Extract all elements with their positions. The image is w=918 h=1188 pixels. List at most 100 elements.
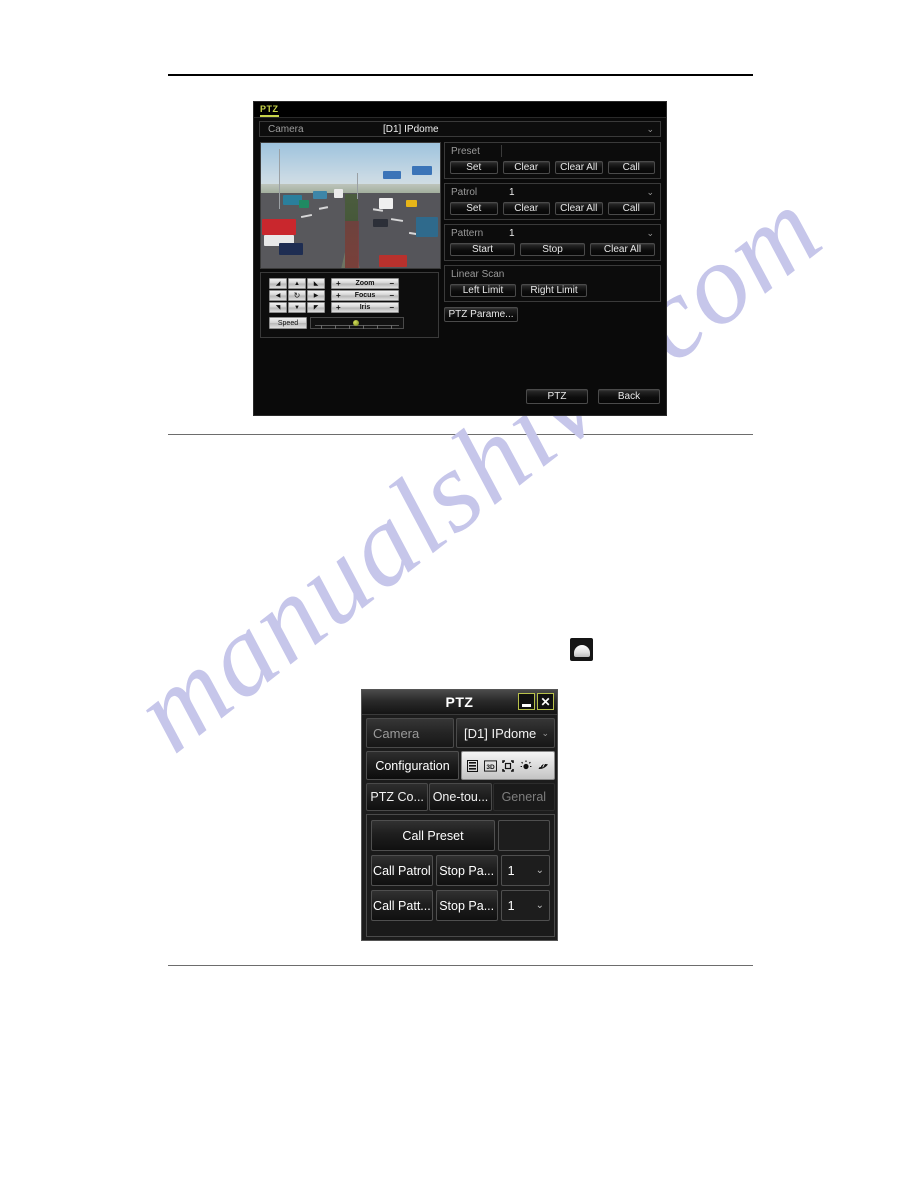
arrow-up-right-icon[interactable]: ◣ <box>307 278 325 289</box>
focus-plus-icon[interactable]: + <box>336 291 341 300</box>
call-preset-button[interactable]: Call Preset <box>371 820 495 851</box>
menu-list-icon[interactable] <box>466 759 479 772</box>
stop-pattern-button[interactable]: Stop Pa... <box>435 890 498 921</box>
camera-selector-row[interactable]: Camera [D1] IPdome ⌄ <box>259 121 661 137</box>
patrol-set-button[interactable]: Set <box>450 202 498 215</box>
chevron-down-icon[interactable]: ⌄ <box>541 728 549 738</box>
iris-control[interactable]: + Iris − <box>331 302 399 313</box>
preview-vehicle-car-dark <box>373 219 388 227</box>
preview-vehicle-truck-blue <box>313 191 327 199</box>
panel-tabstrip: PTZ <box>254 102 666 118</box>
minimize-glyph <box>522 703 531 707</box>
tab-one-touch[interactable]: One-tou... <box>429 783 492 811</box>
center-frame-icon[interactable] <box>501 759 514 772</box>
pattern-header-row[interactable]: Pattern 1 ⌄ <box>445 225 660 241</box>
right-limit-button[interactable]: Right Limit <box>521 284 587 297</box>
tab-ptz[interactable]: PTZ <box>260 104 279 117</box>
speed-slider[interactable] <box>310 317 404 329</box>
chevron-down-icon[interactable]: ⌄ <box>536 900 544 911</box>
iris-plus-icon[interactable]: + <box>336 303 341 312</box>
stop-patrol-button[interactable]: Stop Pa... <box>435 855 498 886</box>
dialog-titlebar[interactable]: PTZ ✕ <box>362 690 557 715</box>
zoom-plus-icon[interactable]: + <box>336 279 341 288</box>
preset-number-input[interactable] <box>498 820 550 851</box>
patrol-number-select[interactable]: 1 ⌄ <box>500 855 550 886</box>
call-pattern-button[interactable]: Call Patt... <box>371 890 433 921</box>
preset-clear-button[interactable]: Clear <box>502 161 550 174</box>
arrow-left-icon[interactable]: ◀ <box>269 290 287 301</box>
preview-billboard-1 <box>383 171 401 179</box>
minimize-icon[interactable] <box>518 693 535 710</box>
preset-set-button[interactable]: Set <box>450 161 498 174</box>
3d-positioning-icon[interactable]: 3D <box>483 759 497 772</box>
call-patrol-row: Call Patrol Stop Pa... 1 ⌄ <box>371 855 550 886</box>
pattern-clear-all-button[interactable]: Clear All <box>590 243 655 256</box>
ptz-dome-camera-icon[interactable] <box>570 638 593 661</box>
video-preview[interactable] <box>260 142 441 269</box>
call-patrol-button[interactable]: Call Patrol <box>371 855 433 886</box>
iris-minus-icon[interactable]: − <box>389 303 394 312</box>
slider-knob[interactable] <box>353 320 359 326</box>
speed-row: Speed <box>269 317 404 329</box>
patrol-number-value: 1 <box>507 863 515 878</box>
preset-call-button[interactable]: Call <box>607 161 655 174</box>
tab-ptz-control[interactable]: PTZ Co... <box>366 783 429 811</box>
arrow-up-left-icon[interactable]: ◢ <box>269 278 287 289</box>
ptz-control-pad-group: ◢ ▲ ◣ ◀ ↻ ▶ ◥ ▼ ◤ + Zoom − + Focus − + I… <box>260 272 439 338</box>
pattern-number-select[interactable]: 1 ⌄ <box>500 890 550 921</box>
close-icon[interactable]: ✕ <box>537 693 554 710</box>
patrol-value: 1 <box>509 186 515 198</box>
configuration-button[interactable]: Configuration <box>366 751 459 780</box>
arrow-down-left-icon[interactable]: ◥ <box>269 302 287 313</box>
auto-rotate-icon[interactable]: ↻ <box>288 290 306 301</box>
patrol-clear-button[interactable]: Clear <box>502 202 550 215</box>
iris-label: Iris <box>359 304 371 311</box>
pattern-button-row: Start Stop Clear All <box>445 241 660 260</box>
zoom-control[interactable]: + Zoom − <box>331 278 399 289</box>
arrow-up-icon[interactable]: ▲ <box>288 278 306 289</box>
preset-label: Preset <box>451 145 480 157</box>
dialog-tabs: PTZ Co... One-tou... General <box>366 783 555 811</box>
pattern-stop-button[interactable]: Stop <box>520 243 585 256</box>
ptz-button[interactable]: PTZ <box>526 389 588 404</box>
arrow-down-icon[interactable]: ▼ <box>288 302 306 313</box>
linear-scan-group: Linear Scan Left Limit Right Limit <box>444 265 661 302</box>
wiper-icon[interactable] <box>537 759 550 772</box>
patrol-call-button[interactable]: Call <box>607 202 655 215</box>
chevron-down-icon[interactable]: ⌄ <box>536 865 544 876</box>
pattern-start-button[interactable]: Start <box>450 243 515 256</box>
patrol-clear-all-button[interactable]: Clear All <box>555 202 603 215</box>
dialog-camera-value: [D1] IPdome <box>464 725 537 741</box>
slider-tick <box>335 325 336 329</box>
patrol-label: Patrol <box>451 186 478 198</box>
preview-pole-1 <box>279 149 280 209</box>
dialog-camera-select[interactable]: [D1] IPdome ⌄ <box>456 718 555 748</box>
arrow-right-icon[interactable]: ▶ <box>307 290 325 301</box>
figure-rule-lower <box>168 965 753 966</box>
dialog-camera-row[interactable]: Camera [D1] IPdome ⌄ <box>366 718 555 748</box>
arrow-down-right-icon[interactable]: ◤ <box>307 302 325 313</box>
left-limit-button[interactable]: Left Limit <box>450 284 516 297</box>
light-icon[interactable] <box>519 759 532 772</box>
configuration-icon-tray: 3D <box>461 751 555 780</box>
pattern-label: Pattern <box>451 227 484 239</box>
ptz-parameters-button[interactable]: PTZ Parame... <box>444 307 518 322</box>
tab-general[interactable]: General <box>492 783 555 811</box>
preset-clear-all-button[interactable]: Clear All <box>555 161 603 174</box>
focus-control[interactable]: + Focus − <box>331 290 399 301</box>
back-button[interactable]: Back <box>598 389 660 404</box>
pattern-value: 1 <box>509 227 515 239</box>
preview-vehicle-truck-white <box>379 198 393 209</box>
preview-median-flowers <box>345 220 360 268</box>
chevron-down-icon[interactable]: ⌄ <box>646 187 660 197</box>
focus-minus-icon[interactable]: − <box>389 291 394 300</box>
zoom-minus-icon[interactable]: − <box>389 279 394 288</box>
preset-button-row: Set Clear Clear All Call <box>445 159 660 178</box>
patrol-header-row[interactable]: Patrol 1 ⌄ <box>445 184 660 200</box>
ptz-settings-panel: PTZ Camera [D1] IPdome ⌄ ◢ ▲ ◣ ◀ ↻ ▶ ◥ ▼… <box>253 101 667 416</box>
chevron-down-icon[interactable]: ⌄ <box>646 124 660 134</box>
camera-label: Camera <box>268 123 304 135</box>
direction-pad: ◢ ▲ ◣ ◀ ↻ ▶ ◥ ▼ ◤ <box>269 278 325 313</box>
3d-glyph: 3D <box>483 759 497 772</box>
chevron-down-icon[interactable]: ⌄ <box>646 228 660 238</box>
